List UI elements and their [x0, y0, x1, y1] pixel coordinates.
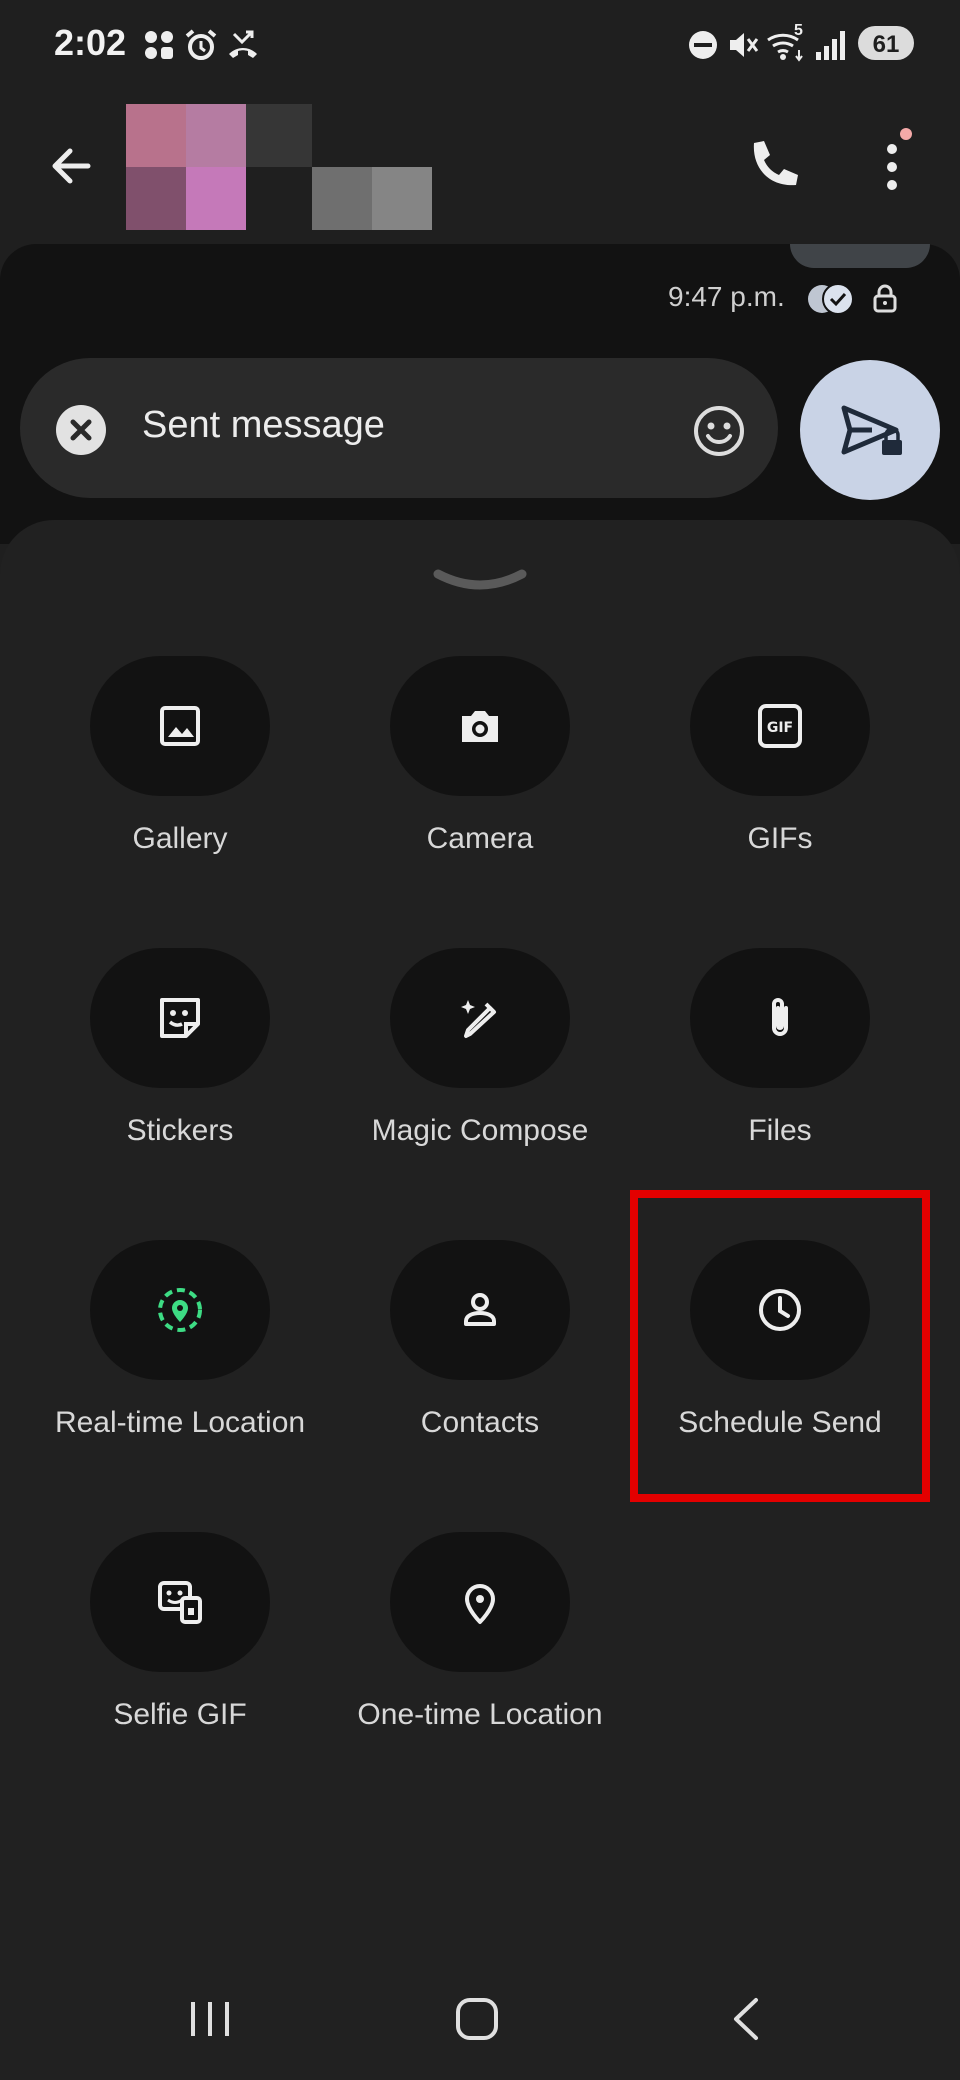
pixel-block [372, 167, 432, 230]
app-bar [0, 90, 960, 240]
attach-gifs[interactable]: GIF GIFs [630, 656, 930, 906]
compose-field[interactable] [20, 358, 778, 498]
attach-real-time-location-button[interactable] [90, 1240, 270, 1380]
attach-label: GIFs [747, 822, 813, 855]
call-button[interactable] [740, 135, 804, 199]
live-location-icon [158, 1288, 202, 1332]
home-icon [456, 1998, 498, 2040]
selfie-gif-icon [158, 1581, 202, 1624]
wifi-icon: 5 [766, 22, 806, 62]
recents-icon [191, 2002, 229, 2036]
attach-camera[interactable]: Camera [330, 656, 630, 906]
attach-files[interactable]: Files [630, 948, 930, 1198]
missed-call-icon [226, 28, 260, 62]
attach-gallery-button[interactable] [90, 656, 270, 796]
location-pin-icon [465, 1584, 495, 1624]
person-icon [464, 1293, 496, 1326]
alarm-icon [184, 28, 218, 62]
highlight-annotation [630, 1190, 930, 1502]
lock-icon [870, 283, 900, 313]
emoji-button[interactable] [692, 404, 746, 458]
recents-button[interactable] [180, 1994, 240, 2044]
sheet-handle[interactable] [430, 566, 530, 596]
message-bubble[interactable] [790, 244, 930, 268]
arrow-left-icon [52, 148, 91, 184]
more-vertical-icon [887, 144, 897, 190]
sticker-icon [160, 998, 200, 1038]
attach-files-button[interactable] [690, 948, 870, 1088]
pixel-block [312, 167, 372, 230]
emoji-icon [694, 406, 744, 456]
home-button[interactable] [446, 1994, 508, 2044]
status-time: 2:02 [54, 22, 127, 63]
mute-icon [726, 28, 760, 62]
camera-icon [462, 711, 498, 742]
image-icon [160, 706, 200, 746]
navigation-bar [0, 1950, 960, 2080]
phone-icon [753, 141, 798, 186]
message-timestamp: 9:47 p.m. [668, 281, 785, 312]
attach-label: Files [748, 1114, 812, 1147]
contact-name-redacted[interactable] [126, 104, 432, 230]
more-options-button[interactable] [860, 135, 924, 199]
send-secure-icon [841, 405, 902, 455]
attach-contacts[interactable]: Contacts [330, 1240, 630, 1490]
pixel-block [246, 104, 312, 167]
pixel-block [126, 167, 186, 230]
attach-magic-compose[interactable]: Magic Compose [330, 948, 630, 1198]
nav-back-button[interactable] [716, 1994, 776, 2044]
battery-icon: 61 [858, 26, 914, 60]
wifi-badge: 5 [794, 22, 803, 39]
magic-pen-icon [461, 1000, 496, 1038]
attach-one-time-location-button[interactable] [390, 1532, 570, 1672]
back-button[interactable] [40, 135, 102, 197]
nav-back-icon [734, 1998, 758, 2040]
attach-real-time-location[interactable]: Real-time Location [30, 1240, 330, 1490]
pixel-block [126, 104, 186, 167]
compose-text[interactable]: Sent message [142, 404, 385, 447]
gif-icon: GIF [758, 704, 802, 748]
attach-one-time-location[interactable]: One-time Location [330, 1532, 630, 1782]
attach-label: One-time Location [357, 1698, 603, 1731]
attach-magic-compose-button[interactable] [390, 948, 570, 1088]
grid-icon [142, 28, 176, 62]
attach-stickers-button[interactable] [90, 948, 270, 1088]
pixel-block [186, 104, 246, 167]
notification-dot [900, 128, 912, 140]
chevron-down-icon [433, 569, 527, 590]
svg-text:GIF: GIF [767, 720, 793, 736]
signal-icon [814, 28, 848, 62]
send-button[interactable] [800, 360, 940, 500]
attach-selfie-gif-button[interactable] [90, 1532, 270, 1672]
clear-compose-button[interactable] [56, 405, 106, 455]
attach-camera-button[interactable] [390, 656, 570, 796]
battery-level: 61 [872, 31, 900, 58]
status-bar: 2:02 5 61 [0, 0, 960, 90]
attach-stickers[interactable]: Stickers [30, 948, 330, 1198]
attach-gallery[interactable]: Gallery [30, 656, 330, 906]
read-receipt-icon [806, 283, 856, 315]
attach-selfie-gif[interactable]: Selfie GIF [30, 1532, 330, 1782]
pixel-block [186, 167, 246, 230]
close-icon [70, 419, 92, 441]
attach-contacts-button[interactable] [390, 1240, 570, 1380]
dnd-icon [686, 28, 720, 62]
attach-gifs-button[interactable]: GIF [690, 656, 870, 796]
paperclip-icon [772, 998, 788, 1036]
